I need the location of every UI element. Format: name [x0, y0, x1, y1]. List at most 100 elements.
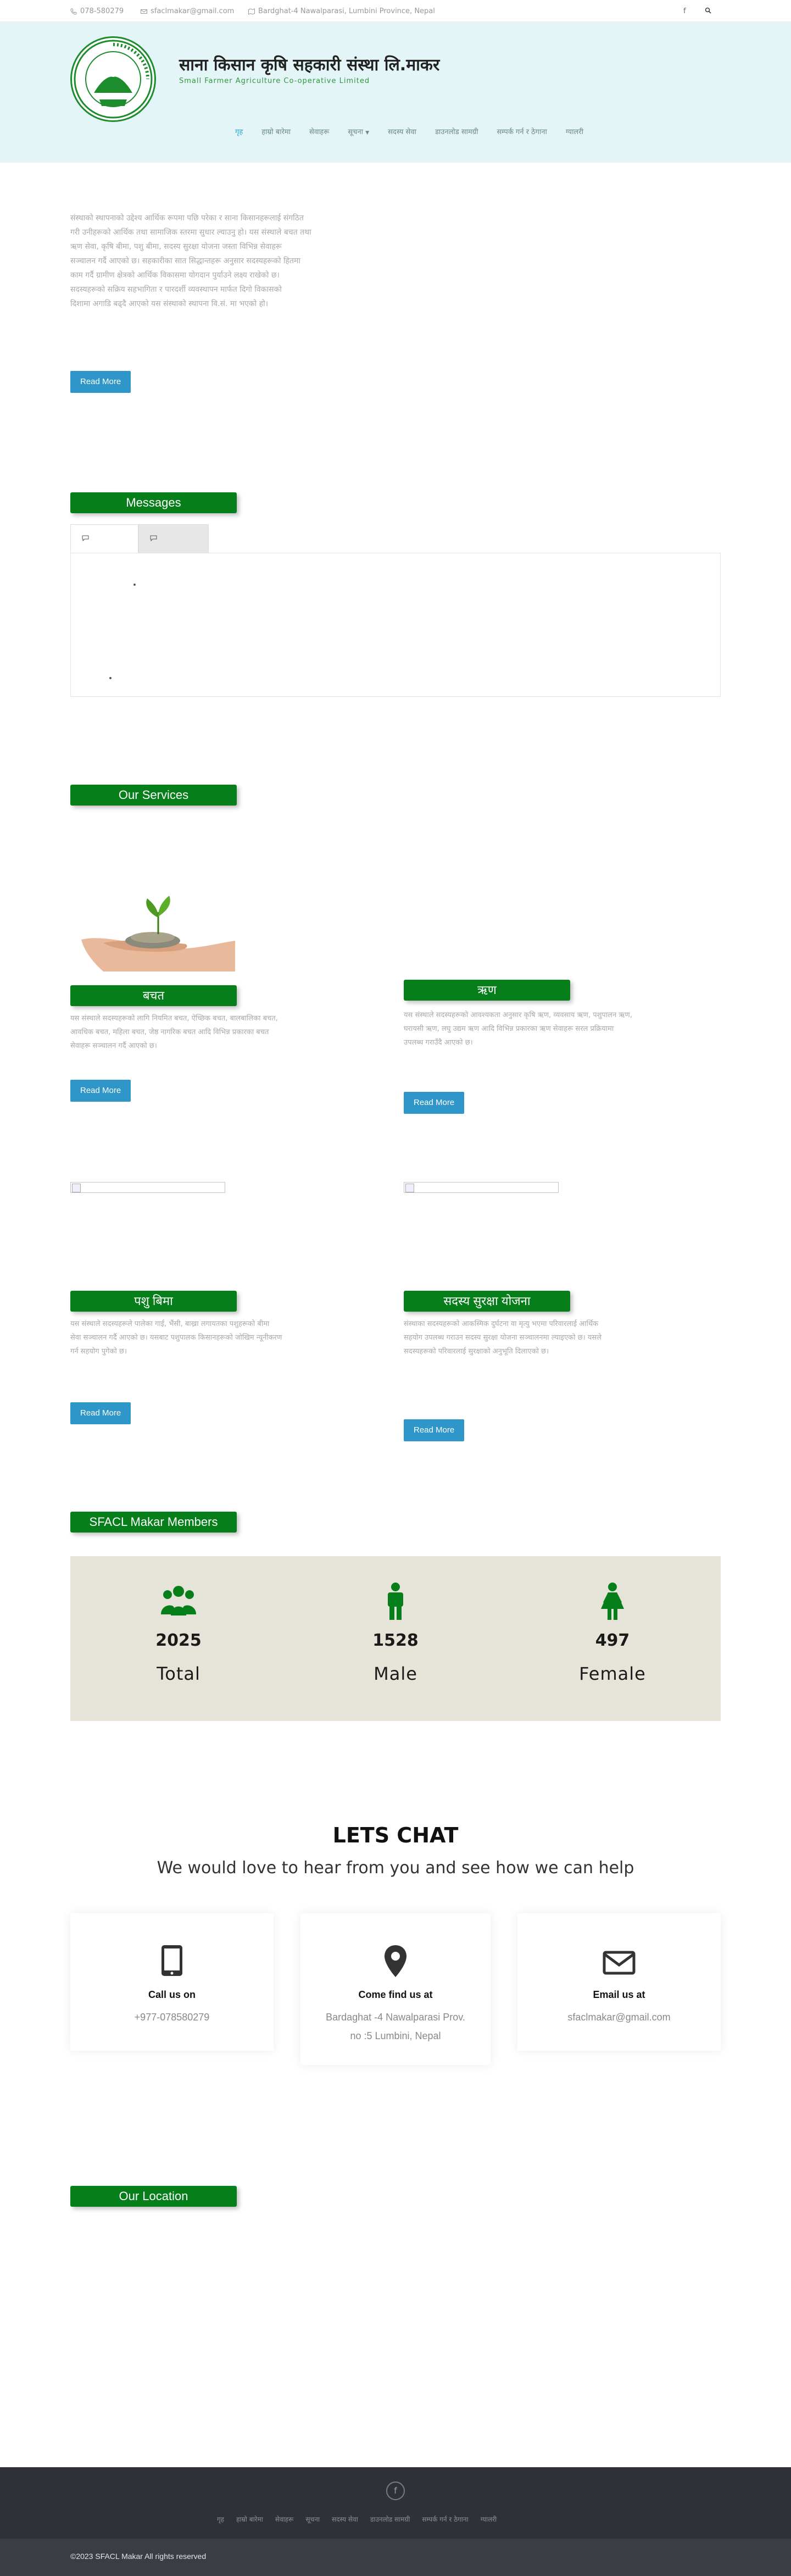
contact-card-email-heading: Email us at	[593, 1989, 645, 2000]
top-bar: 078-580279 sfaclmakar@gmail.com Bardghat…	[0, 0, 791, 22]
footer-nav-services[interactable]: सेवाहरू	[275, 2514, 294, 2524]
nav-item-notice[interactable]: सूचना ▼	[348, 126, 369, 136]
site-title: साना किसान कृषि सहकारी संस्था लि.माकर	[179, 55, 440, 75]
tablet-icon	[161, 1945, 182, 1976]
comment-icon	[150, 535, 157, 543]
message-tab-2[interactable]	[138, 524, 209, 553]
livestock-image-broken	[70, 1182, 225, 1193]
facebook-icon[interactable]: f	[683, 7, 686, 15]
service-line: गर्न सहयोग पुगेको छ।	[70, 1347, 127, 1356]
site-footer: f गृह हाम्रो बारेमा सेवाहरू सूचना सदस्य …	[0, 2467, 791, 2539]
service-savings-read-more-button[interactable]: Read More	[70, 1080, 131, 1102]
site-logo[interactable]	[70, 36, 156, 122]
message-tab-1[interactable]	[70, 524, 138, 553]
service-line: आवधिक बचत, महिला बचत, जेष्ठ नागरिक बचत आ…	[70, 1028, 269, 1036]
service-livestock-read-more-button[interactable]: Read More	[70, 1402, 131, 1424]
male-icon	[388, 1583, 403, 1620]
members-female-value: 497	[595, 1631, 630, 1650]
message-bullet	[109, 677, 112, 679]
footer-nav-downloads[interactable]: डाउनलोड सामग्री	[370, 2514, 410, 2524]
envelope-icon	[141, 9, 147, 14]
contact-card-call-phone[interactable]: +977-078580279	[70, 2008, 274, 2027]
service-line: घरायसी ऋण, लघु उद्यम ऋण आदि विभिन्न प्रक…	[404, 1025, 614, 1033]
service-line: संस्थाका सदस्यहरूको आकस्मिक दुर्घटना वा …	[404, 1320, 599, 1328]
members-female-label: Female	[579, 1663, 646, 1684]
members-male-label: Male	[374, 1663, 417, 1684]
member-security-image-broken	[404, 1182, 559, 1193]
messages-heading: Messages	[70, 492, 237, 513]
topbar-email[interactable]: sfaclmakar@gmail.com	[141, 7, 234, 15]
service-loan-title: ऋण	[404, 980, 570, 1001]
services-heading: Our Services	[70, 785, 237, 806]
footer-nav: गृह हाम्रो बारेमा सेवाहरू सूचना सदस्य से…	[217, 2514, 509, 2524]
footer-nav-home[interactable]: गृह	[217, 2514, 224, 2524]
service-member-security-read-more-button[interactable]: Read More	[404, 1419, 465, 1441]
messages-panel	[70, 553, 721, 697]
copyright-text: ©2023 SFACL Makar All rights reserved	[70, 2552, 207, 2561]
intro-line: दिशामा अगाडि बढ्दै आएको यस संस्थाको स्था…	[70, 299, 269, 308]
location-heading: Our Location	[70, 2186, 237, 2207]
intro-read-more-button[interactable]: Read More	[70, 371, 131, 393]
footer-bottom-bar: ©2023 SFACL Makar All rights reserved	[0, 2539, 791, 2576]
footer-nav-gallery[interactable]: ग्यालरी	[481, 2514, 497, 2524]
topbar-phone-text: 078-580279	[80, 7, 124, 15]
service-line: सहयोग उपलब्ध गराउन सदस्य सुरक्षा योजना स…	[404, 1334, 601, 1342]
nav-item-about[interactable]: हाम्रो बारेमा	[261, 126, 291, 136]
service-savings-text: यस संस्थाले सदस्यहरूको लागि नियमित बचत, …	[70, 1012, 394, 1053]
topbar-address-text: Bardghat-4 Nawalparasi, Lumbini Province…	[258, 7, 435, 15]
service-member-security-title: सदस्य सुरक्षा योजना	[404, 1291, 570, 1312]
nav-item-contact[interactable]: सम्पर्क गर्न र ठेगाना	[497, 126, 547, 136]
phone-icon	[70, 8, 77, 15]
footer-nav-notice[interactable]: सूचना	[305, 2514, 320, 2524]
contact-card-email: Email us at sfaclmakar@gmail.com	[517, 1913, 721, 2051]
intro-line: सदस्यहरूको सक्रिय सहभागिता र पारदर्शी व्…	[70, 285, 282, 294]
footer-nav-contact[interactable]: सम्पर्क गर्न र ठेगाना	[422, 2514, 468, 2524]
service-line: यस संस्थाले सदस्यहरूको लागि नियमित बचत, …	[70, 1014, 278, 1023]
contact-card-call-heading: Call us on	[148, 1989, 196, 2000]
contact-card-address-line1: Bardaghat -4 Nawalparasi Prov.	[326, 2012, 465, 2023]
caret-down-icon: ▼	[365, 130, 370, 136]
chat-subtitle: We would love to hear from you and see h…	[157, 1858, 634, 1878]
nav-item-gallery[interactable]: ग्यालरी	[566, 126, 583, 136]
map-icon	[248, 8, 255, 15]
contact-card-email-address[interactable]: sfaclmakar@gmail.com	[517, 2008, 721, 2027]
location-map[interactable]	[70, 2220, 721, 2429]
female-icon	[601, 1583, 624, 1620]
intro-line: सञ्चालन गर्दै आएको छ। सहकारीका सात सिद्ध…	[70, 257, 301, 265]
service-line: यस संस्थाले सदस्यहरूले पालेका गाई, भैंसी…	[70, 1320, 270, 1328]
nav-item-notice-label: सूचना	[348, 128, 364, 136]
footer-nav-about[interactable]: हाम्रो बारेमा	[236, 2514, 263, 2524]
service-line: सदस्यहरूको परिवारलाई सुरक्षाको अनुभूति द…	[404, 1347, 549, 1356]
footer-facebook-icon[interactable]: f	[386, 2481, 405, 2500]
service-member-security-text: संस्थाका सदस्यहरूको आकस्मिक दुर्घटना वा …	[404, 1317, 722, 1358]
search-icon[interactable]	[705, 7, 711, 14]
footer-facebook-label: f	[394, 2485, 397, 2496]
topbar-address: Bardghat-4 Nawalparasi, Lumbini Province…	[248, 7, 435, 15]
service-loan-text: यस संस्थाले सदस्यहरूको आवश्यकता अनुसार क…	[404, 1008, 722, 1050]
members-male-value: 1528	[372, 1631, 419, 1650]
members-total-value: 2025	[155, 1631, 202, 1650]
main-nav: गृह हाम्रो बारेमा सेवाहरू सूचना ▼ सदस्य …	[235, 123, 602, 140]
nav-item-services[interactable]: सेवाहरू	[309, 126, 329, 136]
service-line: सेवा सञ्चालन गर्दै आएको छ। यसबाट पशुपालक…	[70, 1334, 282, 1342]
intro-line: संस्थाको स्थापनाको उद्देश्य आर्थिक रूपमा…	[70, 214, 304, 223]
intro-line: गरी उनीहरूको आर्थिक तथा सामाजिक स्तरमा स…	[70, 228, 311, 237]
nav-item-downloads[interactable]: डाउनलोड सामग्री	[435, 126, 478, 136]
comment-icon	[82, 535, 89, 543]
footer-nav-member-service[interactable]: सदस्य सेवा	[332, 2514, 358, 2524]
savings-image	[70, 879, 237, 971]
map-marker-icon	[385, 1945, 406, 1977]
service-line: उपलब्ध गराउँदै आएको छ।	[404, 1039, 473, 1047]
contact-card-call: Call us on +977-078580279	[70, 1913, 274, 2051]
service-loan-read-more-button[interactable]: Read More	[404, 1092, 465, 1114]
topbar-phone[interactable]: 078-580279	[70, 7, 124, 15]
nav-item-member-service[interactable]: सदस्य सेवा	[388, 126, 416, 136]
members-stats-panel: 2025 Total 1528 Male 497 Female	[70, 1556, 721, 1721]
contact-card-address-line2: no :5 Lumbini, Nepal	[350, 2030, 441, 2041]
intro-line: ऋण सेवा, कृषि बीमा, पशु बीमा, सदस्य सुरक…	[70, 242, 282, 251]
members-heading: SFACL Makar Members	[70, 1512, 237, 1533]
nav-item-home[interactable]: गृह	[235, 126, 243, 136]
contact-card-address: Come find us at Bardaghat -4 Nawalparasi…	[300, 1913, 491, 2065]
site-tagline: Small Farmer Agriculture Co-operative Li…	[179, 77, 370, 85]
group-icon	[161, 1586, 196, 1615]
